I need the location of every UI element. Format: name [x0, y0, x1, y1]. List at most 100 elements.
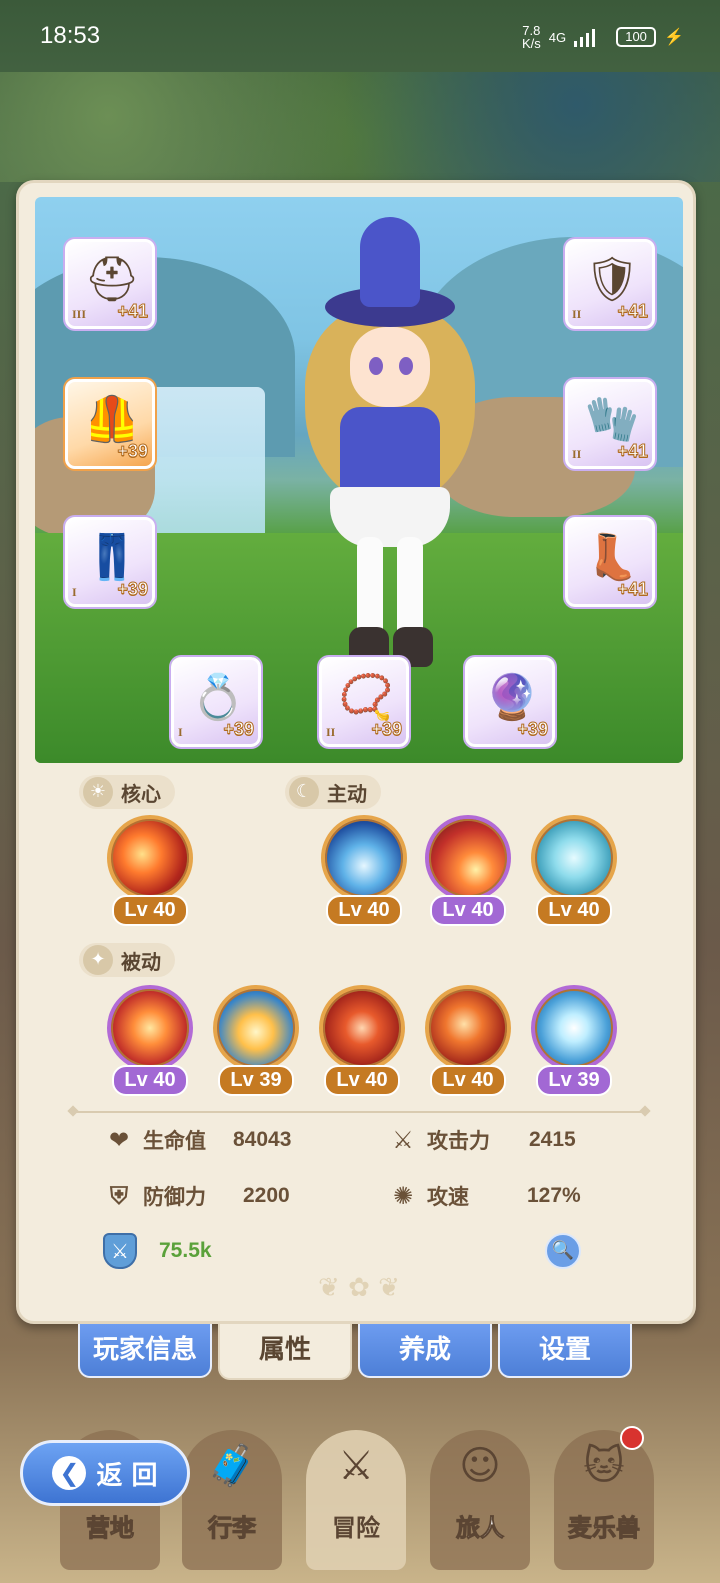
slot-tier: II	[572, 447, 582, 461]
stat-attack-speed-value: 127%	[527, 1184, 581, 1207]
nav-traveler[interactable]: ☺ 旅人	[430, 1430, 530, 1570]
skill-level: Lv 40	[112, 1065, 188, 1096]
cat-ornament-icon: ❦ ✿ ❦	[318, 1273, 400, 1303]
battery-icon: 100	[616, 27, 657, 47]
slot-enhance-level: +39	[117, 579, 149, 600]
nav-adventure[interactable]: ⚔ 冒险	[306, 1430, 406, 1570]
search-icon: 🔍	[551, 1240, 575, 1261]
skill-core-fireball[interactable]: Lv 40	[105, 815, 195, 926]
profile-tabs: 玩家信息 属性 养成 设置	[78, 1324, 638, 1380]
status-bar: 18:53 7.8 K/s 4G 100 ⚡	[0, 0, 720, 72]
character-model[interactable]	[285, 217, 505, 677]
equip-slot-chest[interactable]: 🦺 +39	[65, 379, 155, 469]
skill-level: Lv 40	[324, 1065, 400, 1096]
charging-icon: ⚡	[664, 29, 684, 46]
stat-hp: ❤ 生命值 84043	[103, 1125, 291, 1155]
skill-level: Lv 40	[112, 895, 188, 926]
network-speed-unit: K/s	[521, 36, 541, 51]
equip-slot-ring[interactable]: 💍 I +39	[171, 657, 261, 747]
stat-hp-value: 84043	[233, 1128, 292, 1151]
nav-camp-label: 营地	[86, 1514, 135, 1543]
nav-traveler-label: 旅人	[456, 1514, 505, 1543]
heart-icon: ❤	[108, 1126, 130, 1154]
back-arrow-icon: ❮	[52, 1456, 87, 1490]
skill-active-meteor[interactable]: Lv 40	[423, 815, 513, 926]
passive-skills-label: ✦ 被动	[79, 943, 175, 977]
active-skills-label: ☾ 主动	[285, 775, 381, 809]
status-time: 18:53	[40, 22, 101, 49]
nav-pet[interactable]: 🐱 麦乐兽	[554, 1426, 654, 1570]
skill-level: Lv 40	[536, 895, 612, 926]
stat-attack-label: 攻击力	[427, 1129, 490, 1153]
star-icon: ✦	[83, 945, 113, 975]
network-speed: 7.8 K/s	[522, 24, 541, 50]
equip-slot-necklace[interactable]: 📿 II +39	[319, 657, 409, 747]
slot-tier: II	[572, 307, 582, 321]
whirlwind-skill-icon	[531, 815, 617, 901]
stat-hp-label: 生命值	[143, 1129, 206, 1153]
notification-badge	[620, 1426, 644, 1450]
fireball-skill-icon	[107, 815, 193, 901]
core-skills-label: ☀ 核心	[79, 775, 175, 809]
equip-slot-crest[interactable]: 🛡 II +41	[565, 239, 655, 329]
slot-tier: III	[72, 307, 87, 321]
back-button-label: 返 回	[96, 1460, 158, 1491]
nav-bag[interactable]: 🧳 行李	[182, 1430, 282, 1570]
tab-attributes[interactable]: 属性	[218, 1324, 352, 1380]
slot-enhance-level: +41	[117, 301, 149, 322]
tab-player-info[interactable]: 玩家信息	[78, 1324, 212, 1378]
equip-slot-charm[interactable]: 🔮 +39	[465, 657, 555, 747]
nav-adventure-label: 冒险	[332, 1514, 380, 1542]
sun-icon: ☀	[83, 777, 113, 807]
flame-orb-skill-icon	[213, 985, 299, 1071]
equip-slot-boots[interactable]: 👢 +41	[565, 517, 655, 607]
slot-enhance-level: +39	[517, 719, 549, 740]
tab-settings[interactable]: 设置	[498, 1324, 632, 1378]
skill-level: Lv 40	[430, 895, 506, 926]
stat-attack: ⚔ 攻击力 2415	[387, 1125, 575, 1155]
tab-development[interactable]: 养成	[358, 1324, 492, 1378]
section-divider	[75, 1111, 643, 1113]
stat-defense: ⛨ 防御力 2200	[103, 1181, 290, 1211]
skill-passive-ember-crystal[interactable]: Lv 40	[317, 985, 407, 1096]
stats-detail-button[interactable]: 🔍	[545, 1233, 581, 1269]
background-scenery	[0, 72, 720, 182]
slot-tier: II	[326, 725, 336, 739]
traveler-icon: ☺	[459, 1443, 501, 1489]
bag-icon: 🧳	[207, 1443, 257, 1489]
skill-passive-lightning[interactable]: Lv 39	[529, 985, 619, 1096]
skill-passive-fire-vortex[interactable]: Lv 40	[105, 985, 195, 1096]
status-icons: 7.8 K/s 4G 100 ⚡	[522, 24, 684, 50]
slot-enhance-level: +41	[617, 579, 649, 600]
passive-skills-label-text: 被动	[121, 949, 161, 974]
equip-slot-helmet[interactable]: ⛑ III +41	[65, 239, 155, 329]
stat-defense-value: 2200	[243, 1184, 290, 1207]
crossed-swords-icon: ⚔	[338, 1443, 374, 1489]
equip-slot-gauntlet[interactable]: 🧤 II +41	[565, 379, 655, 469]
skill-passive-flame-orb[interactable]: Lv 39	[211, 985, 301, 1096]
lightning-skill-icon	[531, 985, 617, 1071]
sword-shield-icon: ⚔	[103, 1233, 137, 1269]
network-type: 4G	[548, 29, 567, 45]
skill-passive-fire-slash[interactable]: Lv 40	[423, 985, 513, 1096]
stat-defense-label: 防御力	[143, 1185, 206, 1209]
ember-crystal-skill-icon	[319, 985, 405, 1071]
signal-icon	[574, 27, 608, 47]
moon-icon: ☾	[289, 777, 319, 807]
active-skills-label-text: 主动	[327, 781, 367, 806]
slot-enhance-level: +41	[617, 441, 649, 462]
skill-active-ice-spike[interactable]: Lv 40	[319, 815, 409, 926]
nav-bag-label: 行李	[208, 1514, 257, 1543]
attack-speed-icon: ✺	[392, 1182, 414, 1210]
shield-icon: ⛨	[110, 1182, 128, 1210]
slot-enhance-level: +39	[371, 719, 403, 740]
back-button[interactable]: ❮ 返 回	[20, 1440, 190, 1506]
skill-active-whirlwind[interactable]: Lv 40	[529, 815, 619, 926]
equip-slot-pants[interactable]: 👖 I +39	[65, 517, 155, 607]
bottom-nav: ⛺ 营地 🧳 行李 ⚔ 冒险 ☺ 旅人 🐱 麦乐兽 ❮ 返 回	[0, 1400, 720, 1583]
skill-level: Lv 39	[218, 1065, 294, 1096]
fire-vortex-skill-icon	[107, 985, 193, 1071]
stat-attack-speed-label: 攻速	[427, 1185, 469, 1209]
fire-slash-skill-icon	[425, 985, 511, 1071]
skill-level: Lv 39	[536, 1065, 612, 1096]
